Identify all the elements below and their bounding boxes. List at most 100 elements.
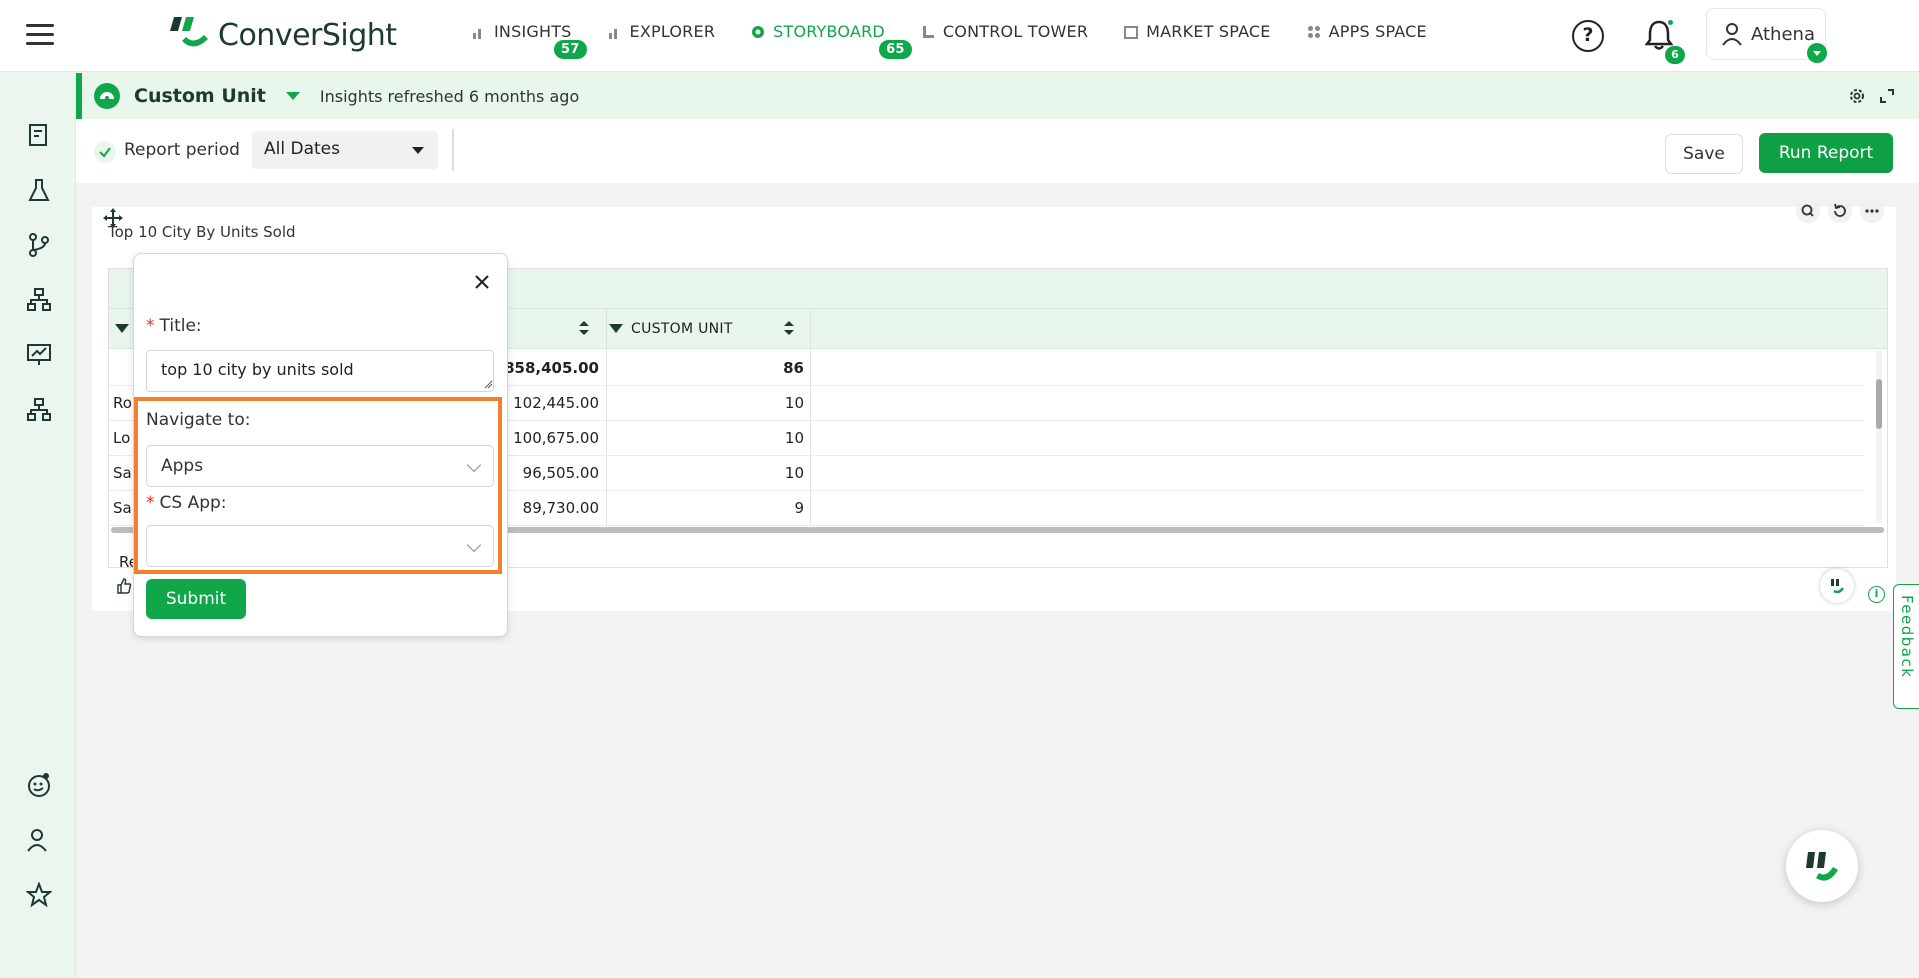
assistant-logo-icon bbox=[1806, 852, 1838, 881]
assistant-button[interactable] bbox=[1786, 830, 1858, 902]
caret-down-icon bbox=[412, 147, 424, 154]
cell-label: Lo bbox=[113, 429, 131, 447]
notification-dot bbox=[1666, 18, 1675, 27]
widget-title: Top 10 City By Units Sold bbox=[108, 223, 296, 241]
gauge-icon bbox=[94, 83, 120, 109]
thumbs-up-icon[interactable] bbox=[116, 578, 132, 594]
required-mark: * bbox=[146, 493, 155, 513]
cell-custom-unit: 86 bbox=[783, 359, 804, 377]
storyboard-badge: 65 bbox=[879, 40, 912, 59]
gear-icon[interactable] bbox=[1847, 86, 1867, 106]
sort-icon[interactable] bbox=[579, 321, 589, 335]
date-range-value: All Dates bbox=[264, 139, 340, 159]
flask-icon[interactable] bbox=[26, 177, 52, 203]
expand-icon[interactable] bbox=[1879, 88, 1895, 104]
resize-grip-icon[interactable] bbox=[483, 379, 493, 389]
help-icon[interactable]: ? bbox=[1572, 20, 1604, 52]
logo-text: ConverSight bbox=[218, 17, 397, 53]
title-label-text: Title: bbox=[159, 316, 202, 336]
filter-icon[interactable] bbox=[115, 324, 129, 333]
feedback-label: Feedback bbox=[1898, 595, 1916, 679]
chevron-down-icon bbox=[466, 537, 482, 553]
cell-label: Sa bbox=[113, 499, 132, 517]
page-title: Custom Unit bbox=[134, 85, 266, 107]
cell-custom-unit: 9 bbox=[794, 499, 804, 517]
control-tower-icon bbox=[922, 25, 934, 38]
nav-storyboard[interactable]: STORYBOARD 65 bbox=[751, 22, 912, 59]
column-header-custom-unit[interactable]: CUSTOM UNIT bbox=[631, 321, 733, 337]
org-chart-icon[interactable] bbox=[26, 397, 52, 423]
nav-apps-space[interactable]: APPS SPACE bbox=[1307, 22, 1427, 41]
chevron-down-icon bbox=[466, 457, 482, 473]
vertical-scrollbar[interactable] bbox=[1876, 351, 1882, 523]
title-input[interactable]: top 10 city by units sold bbox=[146, 350, 494, 392]
report-period-checkbox[interactable] bbox=[94, 141, 116, 163]
title-label: * Title: bbox=[146, 316, 202, 336]
chevron-down-icon[interactable] bbox=[285, 92, 300, 100]
main-nav: INSIGHTS 57 EXPLORER STORYBOARD 65 CONTR… bbox=[472, 22, 1463, 59]
more-options-icon[interactable] bbox=[1860, 199, 1884, 223]
cell-custom-unit: 10 bbox=[784, 464, 804, 482]
divider bbox=[452, 129, 454, 171]
cs-app-label-text: CS App: bbox=[159, 493, 227, 513]
left-rail bbox=[0, 72, 76, 978]
widget-tools bbox=[1788, 199, 1884, 223]
users-icon[interactable] bbox=[26, 827, 52, 853]
nav-label: APPS SPACE bbox=[1328, 22, 1427, 41]
close-icon[interactable] bbox=[472, 272, 492, 292]
storyboard-icon bbox=[752, 25, 765, 38]
report-period-label: Report period bbox=[124, 140, 240, 160]
star-icon[interactable] bbox=[26, 882, 52, 908]
notification-badge: 6 bbox=[1665, 46, 1685, 64]
info-icon[interactable]: i bbox=[1868, 586, 1885, 603]
required-mark: * bbox=[146, 316, 155, 336]
nav-label: STORYBOARD bbox=[773, 22, 885, 41]
conversight-logo-icon bbox=[170, 17, 208, 47]
user-icon bbox=[1722, 23, 1742, 46]
save-button[interactable]: Save bbox=[1665, 134, 1743, 174]
filter-bar: Report period All Dates Save Run Report bbox=[76, 119, 1919, 183]
top-bar: ConverSight INSIGHTS 57 EXPLORER STORYBO… bbox=[0, 0, 1919, 72]
cs-app-label: * CS App: bbox=[146, 493, 227, 513]
assistant-face-icon[interactable] bbox=[1820, 569, 1854, 603]
apps-grid-icon bbox=[1307, 25, 1320, 38]
presentation-icon[interactable] bbox=[26, 342, 52, 368]
date-range-select[interactable]: All Dates bbox=[252, 131, 438, 169]
navigation-popup: * Title: top 10 city by units sold Naviga… bbox=[133, 253, 508, 637]
cell-label: Sa bbox=[113, 464, 132, 482]
app-logo[interactable]: ConverSight bbox=[168, 12, 397, 58]
nav-market-space[interactable]: MARKET SPACE bbox=[1124, 22, 1270, 41]
bar-chart-icon bbox=[608, 28, 617, 39]
nav-label: EXPLORER bbox=[629, 22, 716, 41]
storyboard-header: Custom Unit Insights refreshed 6 months … bbox=[76, 73, 1919, 119]
bar-chart-icon bbox=[473, 28, 481, 39]
scrollbar-thumb[interactable] bbox=[1876, 379, 1882, 429]
chevron-down-icon[interactable] bbox=[1807, 43, 1827, 63]
navigate-to-value: Apps bbox=[161, 456, 204, 476]
nav-control-tower[interactable]: CONTROL TOWER bbox=[921, 22, 1088, 41]
refresh-icon[interactable] bbox=[1828, 199, 1852, 223]
assistant-face-icon[interactable] bbox=[26, 772, 52, 798]
cs-app-select[interactable] bbox=[146, 525, 494, 567]
menu-icon[interactable] bbox=[26, 24, 54, 46]
filter-icon[interactable] bbox=[609, 324, 623, 333]
search-icon[interactable] bbox=[1796, 199, 1820, 223]
cell-label: Ro bbox=[113, 394, 132, 412]
nav-explorer[interactable]: EXPLORER bbox=[608, 22, 716, 41]
run-report-button[interactable]: Run Report bbox=[1759, 133, 1893, 173]
nav-insights[interactable]: INSIGHTS 57 bbox=[472, 22, 587, 59]
hierarchy-icon[interactable] bbox=[26, 287, 52, 313]
submit-button[interactable]: Submit bbox=[146, 579, 246, 619]
branch-icon[interactable] bbox=[26, 232, 52, 258]
nav-label: MARKET SPACE bbox=[1146, 22, 1271, 41]
cell-custom-unit: 10 bbox=[784, 429, 804, 447]
nav-label: CONTROL TOWER bbox=[942, 22, 1089, 41]
sort-icon[interactable] bbox=[784, 321, 794, 335]
navigate-to-select[interactable]: Apps bbox=[146, 445, 494, 487]
refresh-status: Insights refreshed 6 months ago bbox=[319, 86, 580, 106]
nav-label: INSIGHTS bbox=[494, 22, 572, 41]
insights-badge: 57 bbox=[554, 40, 587, 59]
feedback-tab[interactable]: Feedback bbox=[1893, 584, 1919, 709]
cell-custom-unit: 10 bbox=[784, 394, 804, 412]
report-search-icon[interactable] bbox=[26, 122, 52, 148]
